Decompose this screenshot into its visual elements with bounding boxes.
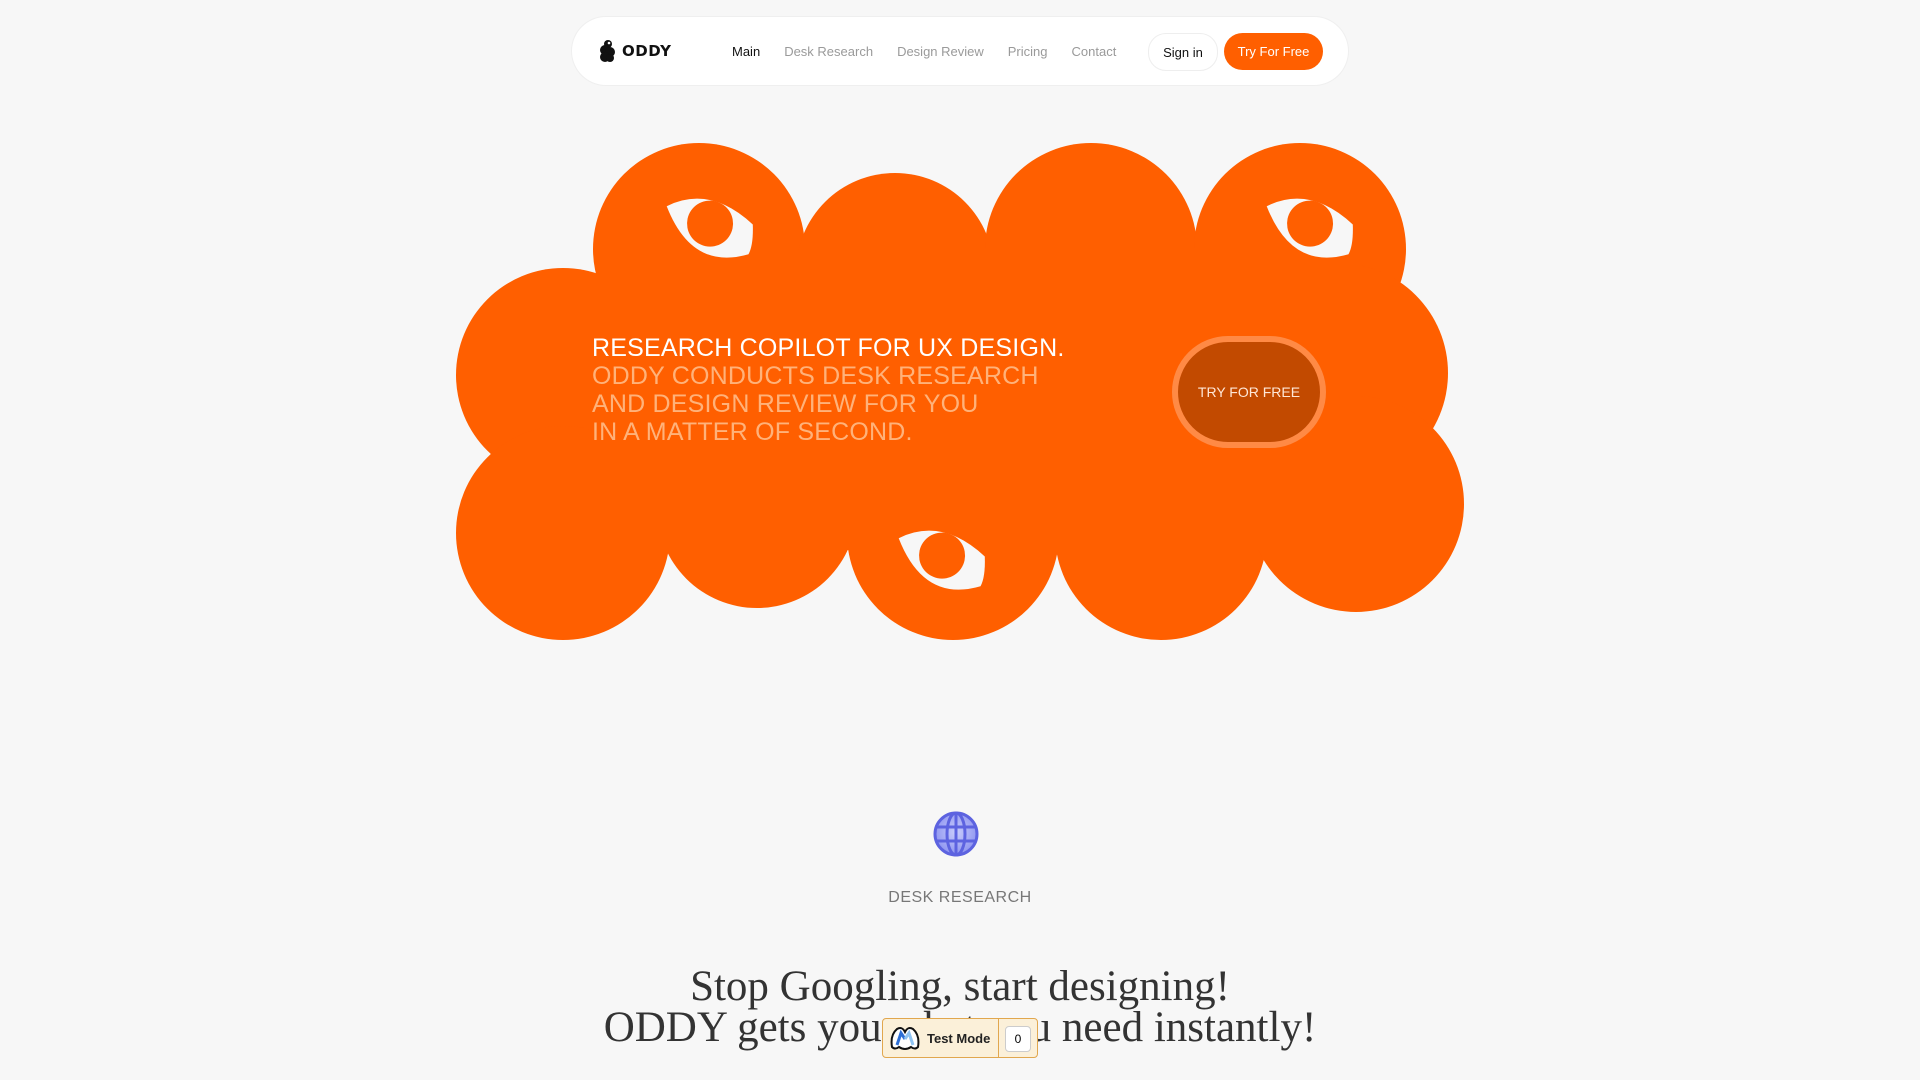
badge-divider: [998, 1019, 999, 1057]
hero-headline: RESEARCH COPILOT FOR UX DESIGN. ODDY CON…: [592, 334, 1064, 446]
hero-subtitle-line: IN A MATTER OF SECOND.: [592, 418, 913, 446]
test-mode-label: Test Mode: [927, 1030, 991, 1046]
globe-icon: [933, 811, 979, 857]
test-mode-count: 0: [1005, 1026, 1031, 1052]
hero-subtitle-line: ODDY CONDUCTS DESK RESEARCH: [592, 362, 1039, 390]
section-heading-line1: Stop Googling, start designing!: [690, 963, 1230, 1010]
test-mode-badge[interactable]: Test Mode 0: [882, 1018, 1038, 1058]
hero-subtitle-line: AND DESIGN REVIEW FOR YOU: [592, 390, 979, 418]
hero-title: RESEARCH COPILOT FOR UX DESIGN.: [592, 334, 1065, 362]
feature-label: DESK RESEARCH: [888, 889, 1032, 906]
test-mode-logo-icon: [890, 1027, 920, 1050]
try-for-free-hero-button[interactable]: TRY FOR FREE: [1172, 336, 1326, 448]
